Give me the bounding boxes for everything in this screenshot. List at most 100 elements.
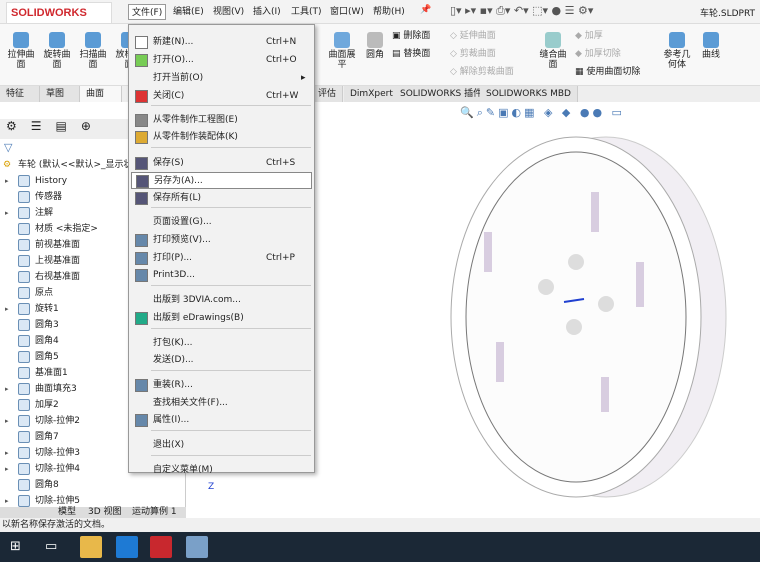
menu-item-icon bbox=[135, 54, 148, 67]
file-menu-item[interactable]: 属性(I)... bbox=[131, 412, 312, 429]
menu-item-icon bbox=[135, 252, 148, 265]
cut-with-surface-button[interactable]: ▦ 使用曲面切除 bbox=[575, 64, 640, 80]
file-explorer-icon[interactable] bbox=[80, 536, 102, 558]
menu-file[interactable]: 文件(F) bbox=[128, 4, 167, 20]
file-menu-item[interactable]: 打印(P)... Ctrl+P bbox=[131, 250, 312, 267]
label: 原点 bbox=[35, 288, 54, 298]
tab-addins[interactable]: SOLIDWORKS 插件 bbox=[394, 86, 490, 102]
extrude-surface-button[interactable]: 拉伸曲面 bbox=[4, 32, 38, 70]
tab-surfaces[interactable]: 曲面 bbox=[80, 86, 122, 102]
reference-geometry-button[interactable]: 参考几何体 bbox=[660, 32, 694, 70]
expand-arrow-icon[interactable]: ▸ bbox=[5, 445, 9, 461]
expand-arrow-icon[interactable]: ▸ bbox=[5, 381, 9, 397]
quick-access-toolbar[interactable]: ▯▾ ▸▾ ▪▾ ⎙▾ ↶▾ ⬚▾ ● ☰ ⚙▾ bbox=[450, 4, 593, 18]
trim-surface-button[interactable]: ◇ 剪裁曲面 bbox=[450, 46, 496, 62]
thickened-cut-button[interactable]: ◆ 加厚切除 bbox=[575, 46, 621, 62]
curves-button[interactable]: 曲线 bbox=[694, 32, 728, 60]
menu-insert[interactable]: 插入(I) bbox=[250, 4, 284, 20]
file-menu-item[interactable]: 打印预览(V)... bbox=[131, 232, 312, 249]
label: 参考几何体 bbox=[663, 50, 691, 70]
menu-item-label: 从零件制作工程图(E) bbox=[153, 115, 238, 125]
expand-arrow-icon[interactable]: ▸ bbox=[5, 461, 9, 477]
menu-edit[interactable]: 编辑(E) bbox=[170, 4, 207, 20]
edge-icon[interactable] bbox=[116, 536, 138, 558]
revolve-surface-button[interactable]: 旋转曲面 bbox=[40, 32, 74, 70]
file-menu-item[interactable]: 自定义菜单(M) bbox=[131, 462, 312, 479]
label: 曲面展平 bbox=[328, 50, 356, 70]
label: 切除-拉伸4 bbox=[35, 464, 80, 474]
start-icon[interactable]: ⊞ bbox=[10, 539, 21, 554]
file-menu-item[interactable]: 关闭(C) Ctrl+W bbox=[131, 88, 312, 105]
file-menu-item[interactable]: 打开当前(O) ▸ bbox=[131, 70, 312, 87]
paint-icon[interactable] bbox=[186, 536, 208, 558]
feature-icon bbox=[18, 463, 30, 475]
label: 圆角8 bbox=[35, 480, 59, 490]
menu-view[interactable]: 视图(V) bbox=[210, 4, 247, 20]
file-menu-item[interactable]: Print3D... bbox=[131, 267, 312, 284]
menu-item-label: 打开当前(O) bbox=[153, 73, 204, 83]
menu-item-icon bbox=[135, 90, 148, 103]
file-menu-item[interactable]: 保存所有(L) bbox=[131, 190, 312, 207]
menu-item-label: 页面设置(G)... bbox=[153, 217, 212, 227]
extend-surface-button[interactable]: ◇ 延伸曲面 bbox=[450, 28, 496, 44]
label: 扫描曲面 bbox=[79, 50, 107, 70]
pin-icon[interactable]: 📌 bbox=[420, 5, 431, 15]
tab-mbd[interactable]: SOLIDWORKS MBD bbox=[480, 86, 578, 102]
filter-icon[interactable]: ▽ bbox=[4, 141, 12, 154]
feature-icon bbox=[18, 479, 30, 491]
task-view-icon[interactable]: ▭ bbox=[45, 539, 57, 554]
file-menu-item[interactable]: 查找相关文件(F)... bbox=[131, 395, 312, 412]
tab-3d-views[interactable]: 3D 视图 bbox=[88, 507, 122, 518]
file-menu-item[interactable]: 打包(K)... bbox=[131, 335, 312, 352]
expand-arrow-icon[interactable]: ▸ bbox=[5, 413, 9, 429]
tab-model[interactable]: 模型 bbox=[58, 507, 76, 518]
file-menu-item[interactable]: 页面设置(G)... bbox=[131, 214, 312, 231]
tab-features[interactable]: 特征 bbox=[0, 86, 40, 102]
menu-item-label: 关闭(C) bbox=[153, 91, 185, 101]
file-menu-item[interactable]: 从零件制作工程图(E) bbox=[131, 112, 312, 129]
menu-item-shortcut: Ctrl+W bbox=[266, 91, 299, 101]
menu-item-icon bbox=[135, 234, 148, 247]
file-menu-item[interactable]: 退出(X) bbox=[131, 437, 312, 454]
menu-item-label: Print3D... bbox=[153, 270, 195, 280]
knit-surface-button[interactable]: 缝合曲面 bbox=[536, 32, 570, 70]
menu-separator bbox=[151, 207, 311, 208]
menu-help[interactable]: 帮助(H) bbox=[370, 4, 408, 20]
solidworks-logo[interactable]: SOLIDWORKS bbox=[6, 2, 112, 24]
tab-motion-study[interactable]: 运动算例 1 bbox=[132, 507, 177, 518]
fillet-button[interactable]: 圆角 bbox=[358, 32, 392, 60]
feature-icon bbox=[18, 271, 30, 283]
tab-dimxpert[interactable]: DimXpert bbox=[344, 86, 400, 102]
file-menu-item[interactable]: 发送(D)... bbox=[131, 352, 312, 369]
untrim-surface-button[interactable]: ◇ 解除剪裁曲面 bbox=[450, 64, 514, 80]
surface-flatten-button[interactable]: 曲面展平 bbox=[325, 32, 359, 70]
file-menu-item[interactable]: 从零件制作装配体(K) bbox=[131, 129, 312, 146]
tab-sketch[interactable]: 草图 bbox=[40, 86, 80, 102]
feature-icon bbox=[18, 191, 30, 203]
replace-face-button[interactable]: ▤ 替换面 bbox=[392, 46, 430, 62]
expand-arrow-icon[interactable]: ▸ bbox=[5, 301, 9, 317]
label: 使用曲面切除 bbox=[586, 67, 641, 77]
menu-item-label: 出版到 3DVIA.com... bbox=[153, 295, 241, 305]
thicken-button[interactable]: ◆ 加厚 bbox=[575, 28, 603, 44]
file-menu-item[interactable]: 出版到 eDrawings(B) bbox=[131, 310, 312, 327]
solidworks-taskbar-icon[interactable] bbox=[150, 536, 172, 558]
delete-face-button[interactable]: ▣ 删除面 bbox=[392, 28, 430, 44]
expand-arrow-icon[interactable]: ▸ bbox=[5, 173, 9, 189]
expand-arrow-icon[interactable]: ▸ bbox=[5, 205, 9, 221]
feature-icon bbox=[18, 223, 30, 235]
tab-evaluate[interactable]: 评估 bbox=[312, 86, 344, 102]
file-menu-item[interactable]: 出版到 3DVIA.com... bbox=[131, 292, 312, 309]
file-menu-item[interactable]: 另存为(A)... bbox=[131, 172, 312, 189]
file-menu-item[interactable]: 重装(R)... bbox=[131, 377, 312, 394]
axis-triad: Z bbox=[208, 482, 214, 492]
menu-item-icon bbox=[135, 192, 148, 205]
windows-taskbar: ⊞ ▭ bbox=[0, 532, 760, 562]
sweep-surface-button[interactable]: 扫描曲面 bbox=[76, 32, 110, 70]
file-menu-item[interactable]: 打开(O)... Ctrl+O bbox=[131, 52, 312, 69]
file-menu-item[interactable]: 保存(S) Ctrl+S bbox=[131, 155, 312, 172]
menu-window[interactable]: 窗口(W) bbox=[327, 4, 367, 20]
menu-item-label: 打包(K)... bbox=[153, 338, 193, 348]
menu-tools[interactable]: 工具(T) bbox=[288, 4, 325, 20]
file-menu-item[interactable]: 新建(N)... Ctrl+N bbox=[131, 34, 312, 51]
